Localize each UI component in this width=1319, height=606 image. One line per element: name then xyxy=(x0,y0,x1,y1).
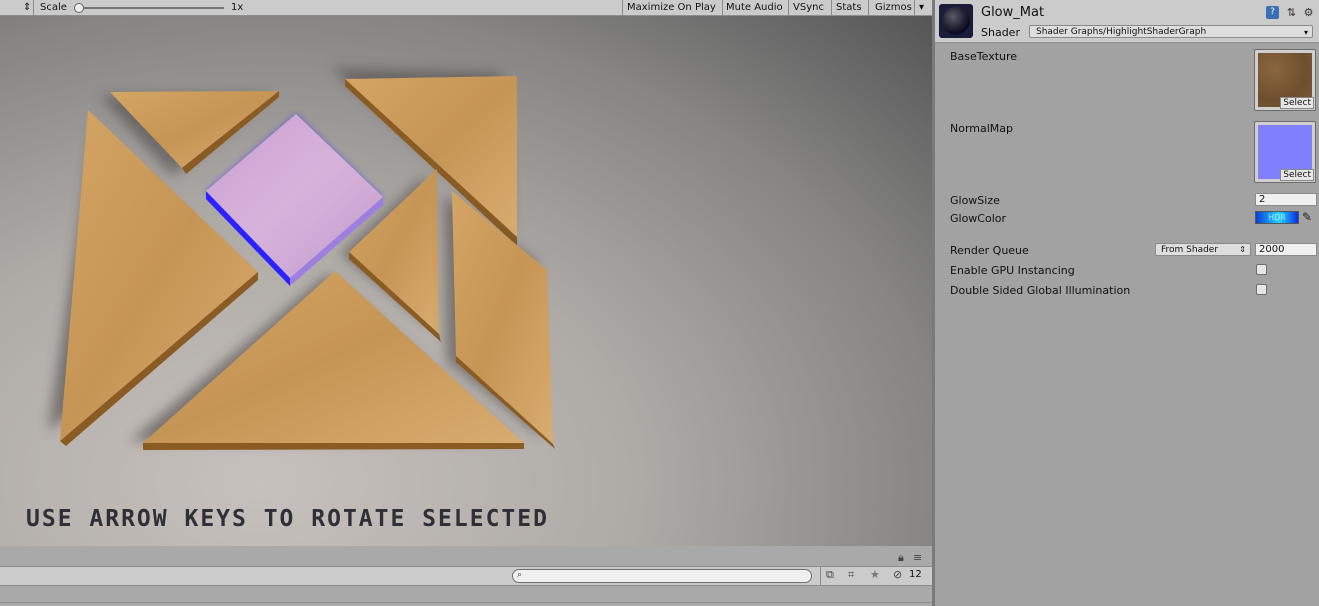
chevron-down-icon: ▾ xyxy=(1303,28,1308,37)
material-sphere-icon xyxy=(942,7,970,35)
toolbar-separator xyxy=(914,0,915,15)
glow-size-label: GlowSize xyxy=(950,194,1000,207)
shader-label: Shader xyxy=(981,26,1020,39)
game-view-toolbar: ⇕ Scale 1x Maximize On Play Mute Audio V… xyxy=(0,0,932,16)
maximize-on-play-toggle[interactable]: Maximize On Play xyxy=(627,0,716,15)
scale-value: 1x xyxy=(231,2,244,13)
toolbar-separator xyxy=(788,0,789,15)
base-texture-label: BaseTexture xyxy=(950,50,1018,63)
normal-map-slot[interactable]: Select xyxy=(1254,121,1316,183)
tangram-scene xyxy=(48,68,555,450)
toolbar-separator xyxy=(868,0,869,15)
scale-slider-track[interactable] xyxy=(80,7,224,9)
menu-icon[interactable]: ≡ xyxy=(913,551,922,565)
game-viewport[interactable]: USE ARROW KEYS TO ROTATE SELECTED xyxy=(0,16,932,546)
mute-audio-toggle[interactable]: Mute Audio xyxy=(726,0,783,15)
console-tab-bar: 🔒︎ ≡ xyxy=(0,551,932,565)
game-hint-text: USE ARROW KEYS TO ROTATE SELECTED xyxy=(26,506,549,532)
vsync-toggle[interactable]: VSync xyxy=(793,0,824,15)
toolbar-separator xyxy=(831,0,832,15)
gpu-instancing-label: Enable GPU Instancing xyxy=(950,264,1075,277)
glow-color-label: GlowColor xyxy=(950,212,1007,225)
normal-map-label: NormalMap xyxy=(950,122,1014,135)
toolbar-separator xyxy=(622,0,623,15)
scale-label: Scale xyxy=(40,2,67,13)
toolbar-separator xyxy=(33,0,34,15)
normal-map-select-button[interactable]: Select xyxy=(1280,169,1314,181)
lock-icon[interactable]: 🔒︎ xyxy=(898,551,904,565)
tag-icon[interactable]: ⌗ xyxy=(848,568,854,582)
divider xyxy=(0,602,932,603)
shader-dropdown-value: Shader Graphs/HighlightShaderGraph xyxy=(1036,27,1207,37)
gear-icon[interactable]: ⚙ xyxy=(1302,6,1315,19)
base-texture-select-button[interactable]: Select xyxy=(1280,97,1314,109)
render-queue-mode-value: From Shader xyxy=(1161,245,1219,255)
hidden-eye-icon[interactable]: ⊘ xyxy=(893,568,902,582)
render-queue-mode-dropdown[interactable]: From Shader ⇕ xyxy=(1155,243,1251,256)
console-search-input[interactable]: ⌕ xyxy=(512,569,812,583)
gizmos-toggle[interactable]: Gizmos xyxy=(875,0,912,15)
material-name: Glow_Mat xyxy=(981,5,1045,20)
shader-dropdown[interactable]: Shader Graphs/HighlightShaderGraph ▾ xyxy=(1029,25,1313,38)
toolbar-separator xyxy=(820,567,821,585)
glow-size-field[interactable]: 2 xyxy=(1255,193,1317,206)
render-queue-field[interactable]: 2000 xyxy=(1255,243,1317,256)
console-panel: 🔒︎ ≡ ⌕ ⧉ ⌗ ★ ⊘ 12 xyxy=(0,546,932,606)
double-sided-gi-label: Double Sided Global Illumination xyxy=(950,284,1131,297)
help-book-icon[interactable]: ? xyxy=(1266,6,1279,19)
scale-slider-thumb[interactable] xyxy=(74,3,84,13)
console-toolbar: ⌕ ⧉ ⌗ ★ ⊘ 12 xyxy=(0,566,932,586)
inspector-panel: Glow_Mat ? ⇅ ⚙ Shader Shader Graphs/High… xyxy=(935,0,1319,606)
display-dropdown-arrow[interactable]: ⇕ xyxy=(23,0,31,15)
base-texture-slot[interactable]: Select xyxy=(1254,49,1316,111)
glow-color-swatch[interactable]: HDR xyxy=(1255,211,1299,224)
gpu-instancing-checkbox[interactable] xyxy=(1256,264,1267,275)
layers-icon[interactable]: ⧉ xyxy=(826,568,834,582)
game-view: ⇕ Scale 1x Maximize On Play Mute Audio V… xyxy=(0,0,932,606)
preset-sliders-icon[interactable]: ⇅ xyxy=(1285,6,1298,19)
material-preview-icon xyxy=(939,4,973,38)
eyedropper-icon[interactable]: ✎ xyxy=(1302,210,1312,224)
stats-toggle[interactable]: Stats xyxy=(836,0,862,15)
search-icon: ⌕ xyxy=(517,570,523,580)
updown-arrows-icon: ⇕ xyxy=(1239,245,1246,254)
star-icon[interactable]: ★ xyxy=(870,568,880,582)
double-sided-gi-checkbox[interactable] xyxy=(1256,284,1267,295)
toolbar-separator xyxy=(722,0,723,15)
gizmos-dropdown-arrow[interactable]: ▾ xyxy=(919,0,924,15)
inspector-header: Glow_Mat ? ⇅ ⚙ Shader Shader Graphs/High… xyxy=(935,0,1319,43)
hidden-count: 12 xyxy=(909,569,922,580)
render-queue-label: Render Queue xyxy=(950,244,1029,257)
